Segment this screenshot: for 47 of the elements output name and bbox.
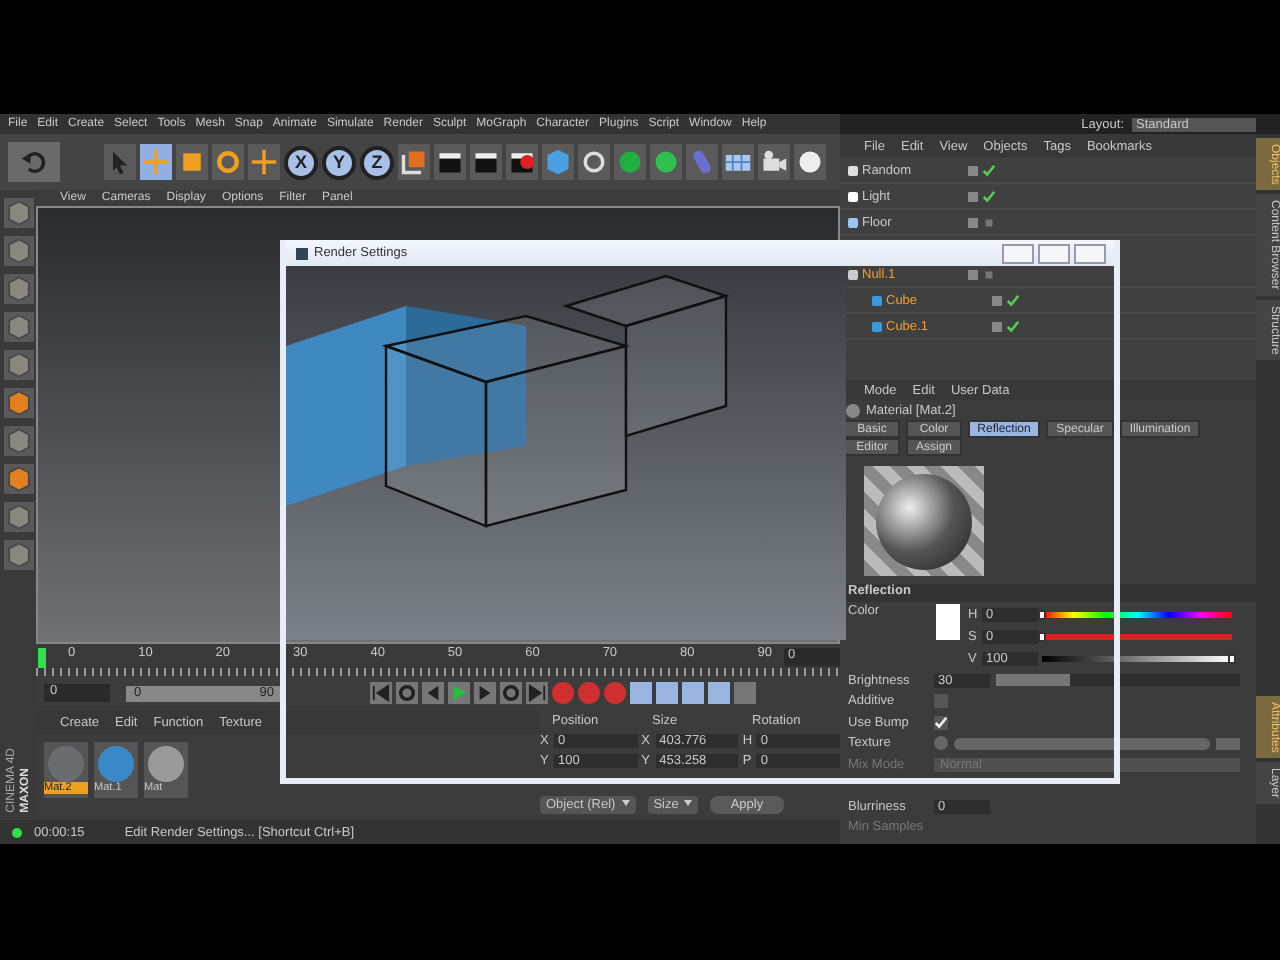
rotate-icon[interactable]	[212, 144, 244, 180]
undo-icon[interactable]	[8, 142, 60, 182]
enable-check-icon[interactable]	[982, 163, 996, 177]
record-icon[interactable]	[552, 682, 574, 704]
skip-start-icon[interactable]	[370, 682, 392, 704]
app-icon	[296, 247, 308, 259]
checkbox[interactable]	[934, 694, 948, 709]
loop-icon[interactable]	[500, 682, 522, 704]
play-icon[interactable]	[448, 682, 470, 704]
pointer-icon[interactable]	[104, 144, 136, 180]
step-forward-icon[interactable]	[474, 682, 496, 704]
checkbox[interactable]	[934, 715, 948, 730]
cube-icon[interactable]	[3, 312, 33, 342]
browse-button[interactable]	[1216, 737, 1240, 750]
slider-thumb[interactable]	[1038, 631, 1046, 641]
axis-toggle-button[interactable]: Z	[360, 145, 394, 179]
enable-check-icon[interactable]	[982, 189, 996, 203]
clapperboard-icon[interactable]	[434, 144, 466, 180]
record-icon[interactable]	[578, 682, 600, 704]
scale-icon[interactable]	[176, 144, 208, 180]
coordinate-system-icon[interactable]	[398, 144, 430, 180]
enable-check-icon[interactable]	[982, 267, 996, 281]
loop-icon[interactable]	[396, 682, 418, 704]
color-swatch[interactable]	[936, 604, 960, 640]
slider-fill[interactable]	[996, 674, 1070, 687]
chrome-sphere-drawing	[876, 473, 972, 569]
clapperboard-icon[interactable]	[470, 144, 502, 180]
cube-icon[interactable]	[3, 388, 33, 418]
playhead-marker[interactable]	[38, 648, 46, 668]
camera-icon[interactable]	[758, 144, 790, 180]
record-icon[interactable]	[604, 682, 626, 704]
enable-check-icon[interactable]	[1006, 319, 1020, 333]
add-icon[interactable]	[248, 144, 280, 180]
clapperboard-icon[interactable]	[506, 144, 538, 180]
enable-check-icon[interactable]	[982, 215, 996, 229]
enable-check-icon[interactable]	[1006, 293, 1020, 307]
slider-thumb[interactable]	[1228, 653, 1236, 663]
cube-icon[interactable]	[3, 198, 33, 228]
skip-end-icon[interactable]	[526, 682, 548, 704]
texture-field[interactable]	[954, 737, 1210, 750]
material-icon	[846, 403, 860, 417]
slider-thumb[interactable]	[1038, 609, 1046, 619]
step-back-icon[interactable]	[422, 682, 444, 704]
cube-icon[interactable]	[3, 350, 33, 380]
axis-toggle-button[interactable]: Y	[322, 145, 356, 179]
status-dot-icon	[12, 827, 22, 837]
axis-toggle-button[interactable]: X	[284, 145, 318, 179]
